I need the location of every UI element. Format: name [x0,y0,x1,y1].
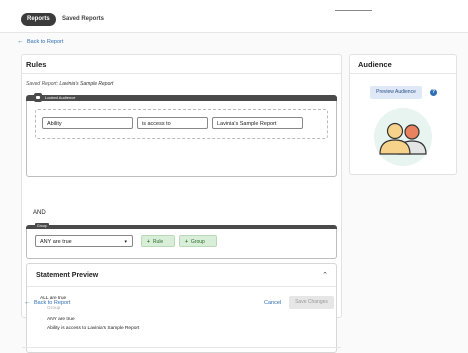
group-tag: Group [35,223,49,229]
group-match-value: ANY are true [40,239,72,245]
save-changes-button[interactable]: Save Changes [289,296,334,309]
back-link-label: Back to Report [34,300,71,306]
preview-line: Group [47,306,61,311]
statement-preview-title: Statement Preview [36,272,99,279]
lock-icon [34,93,42,102]
audience-people-icon [374,108,432,166]
audience-title: Audience [358,60,392,69]
tab-reports[interactable]: Reports [21,13,56,26]
preview-divider [27,286,336,287]
group-header [26,225,337,229]
back-link-label: Back to Report [27,39,64,45]
rules-title: Rules [26,60,47,69]
locked-audience-label: Locked Audience [45,95,76,100]
plus-icon: + [147,239,150,245]
group-box: Group ANY are true ▾ + Rule + Group [26,223,337,259]
help-icon[interactable]: ? [430,89,437,96]
arrow-left-icon: ← [24,299,31,306]
add-group-label: Group [190,239,205,245]
locked-audience-box: Locked Audience Ability is access to Lav… [26,93,337,177]
add-group-button[interactable]: + Group [179,235,217,247]
add-rule-button[interactable]: + Rule [141,235,175,247]
preview-audience-button[interactable]: Preview Audience [370,86,422,99]
footer-divider [22,347,341,348]
chevron-down-icon: ▾ [124,239,127,245]
back-to-report-link[interactable]: ← Back to Report [17,38,63,45]
top-bar: Reports Saved Reports [0,0,468,33]
audience-divider [350,73,456,74]
rules-divider [22,73,341,74]
condition-operator[interactable]: is access to [137,117,208,129]
condition-row: Ability is access to Lavinia's Sample Re… [35,109,328,139]
cancel-button[interactable]: Cancel [264,300,281,306]
add-rule-label: Rule [152,239,164,245]
group-match-select[interactable]: ANY are true ▾ [35,235,133,247]
tab-saved-reports[interactable]: Saved Reports [62,13,104,26]
preview-line: Ability is access to Lavinia's Sample Re… [47,326,140,331]
chevron-up-icon[interactable]: ⌃ [322,271,328,279]
top-divider [335,10,372,11]
back-to-report-link-bottom[interactable]: ← Back to Report [24,299,70,306]
preview-line: ANY are true [47,317,75,322]
arrow-left-icon: ← [17,38,24,45]
condition-value[interactable]: Lavinia's Sample Report [212,117,303,129]
saved-report-value: Lavinia's Sample Report [59,81,114,87]
saved-report-line: Saved Report: Lavinia's Sample Report [26,81,113,87]
condition-field[interactable]: Ability [42,117,133,129]
plus-icon: + [185,239,188,245]
and-label: AND [33,210,46,216]
saved-report-label: Saved Report: [26,81,58,87]
audience-panel: Audience Preview Audience ? [349,54,457,175]
rules-panel: Rules Saved Report: Lavinia's Sample Rep… [21,54,342,353]
